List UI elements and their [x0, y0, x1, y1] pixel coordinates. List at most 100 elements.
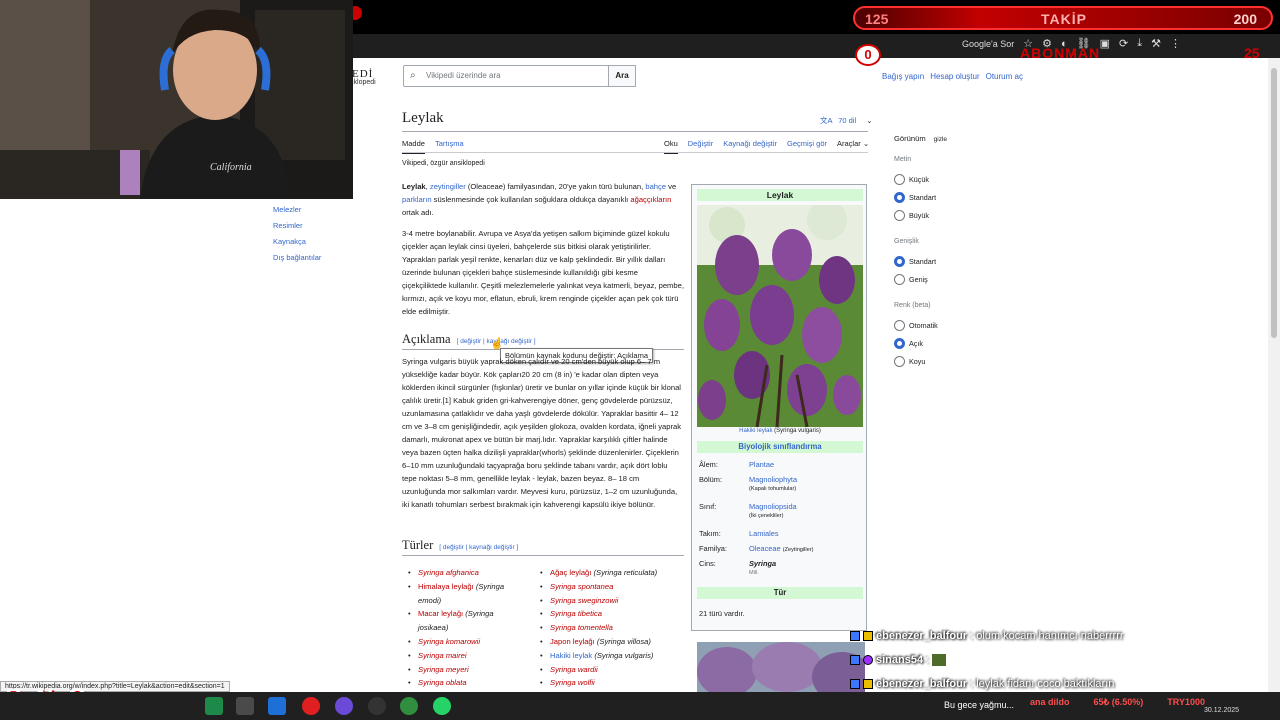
radio-label: Büyük: [909, 211, 929, 220]
radio-icon[interactable]: [894, 174, 905, 185]
moderator-badge-icon: [850, 655, 860, 665]
history-icon[interactable]: ⟳: [1119, 37, 1128, 50]
donate-link[interactable]: Bağış yapın: [882, 72, 924, 81]
aciklama-paragraph: Syringa vulgaris büyük yaprak döken çalı…: [402, 357, 682, 509]
emote-icon: [932, 654, 947, 666]
species-link[interactable]: Syringa wolfii: [550, 678, 595, 687]
species-link[interactable]: Syringa afghanica: [418, 568, 479, 577]
follow-count: 125: [865, 11, 889, 27]
tools-icon[interactable]: ⚒: [1151, 37, 1161, 50]
species-item: Syringa afghanica: [408, 566, 513, 580]
width-option[interactable]: Geniş: [894, 274, 928, 285]
toc-item-melezler[interactable]: Melezler: [273, 205, 321, 221]
weather-widget[interactable]: Bu gece yağmu...: [944, 700, 1014, 710]
species-link[interactable]: Hakiki leylak: [550, 651, 592, 660]
species-link[interactable]: Syringa wardii: [550, 665, 598, 674]
link-parklarin[interactable]: parkların: [402, 195, 432, 204]
scrollbar-thumb[interactable]: [1271, 68, 1277, 338]
save-icon[interactable]: ▣: [1100, 37, 1110, 50]
species-scientific-name: (Syringa villosa): [594, 636, 651, 646]
svg-text:California: California: [210, 162, 252, 173]
species-link[interactable]: Himalaya leylağı: [418, 582, 474, 591]
site-tagline: Vikipedi, özgür ansiklopedi: [402, 160, 485, 167]
taxonomy-heading[interactable]: Biyolojik sınıflandırma: [697, 441, 863, 453]
moderator-badge-icon: [850, 631, 860, 641]
section-edit-links[interactable]: [ değiştir | kaynağı değiştir ]: [439, 544, 518, 551]
taxon-link[interactable]: Plantae: [749, 460, 774, 469]
create-account-link[interactable]: Hesap oluştur: [930, 72, 979, 81]
second-lilac-photo[interactable]: [697, 642, 865, 692]
chat-username: ebenezer_balfour: [876, 630, 968, 642]
chat-text: : olum kocam hanımcı naberrrrr: [970, 630, 1124, 642]
link-zeytingiller[interactable]: zeytingiller: [430, 182, 466, 191]
taxon-authority[interactable]: Mill.: [749, 570, 759, 576]
radio-icon[interactable]: [894, 356, 905, 367]
section-title: Türler: [402, 538, 434, 552]
link-bahce[interactable]: bahçe: [645, 182, 666, 191]
article-subject: Leylak: [402, 182, 426, 191]
translate-icon: 文A: [820, 116, 833, 125]
taxon-link[interactable]: Magnoliopsida: [749, 502, 797, 511]
radio-icon[interactable]: [894, 320, 905, 331]
color-scheme-option[interactable]: Açık: [894, 338, 923, 349]
species-link[interactable]: Syringa mairei: [418, 651, 467, 660]
google-ask-button[interactable]: Google'a Sor: [962, 39, 1014, 49]
species-link[interactable]: Syringa tibetica: [550, 609, 602, 618]
login-link[interactable]: Oturum aç: [986, 72, 1023, 81]
text-size-option[interactable]: Standart: [894, 192, 936, 203]
intro-paragraph: Leylak, zeytingiller (Oleaceae) familyas…: [402, 180, 684, 219]
species-link[interactable]: Syringa meyeri: [418, 665, 469, 674]
species-link[interactable]: Macar leylağı: [418, 609, 463, 618]
species-link[interactable]: Syringa sweginzowii: [550, 596, 618, 605]
chat-text: : leylak fidanı coco baktıkların: [970, 678, 1115, 690]
windows-taskbar: Bu gece yağmu... ana dildo 65₺ (6.50%) T…: [0, 692, 1280, 720]
radio-icon[interactable]: [894, 210, 905, 221]
species-link[interactable]: Syringa tomentella: [550, 623, 613, 632]
taskbar-date[interactable]: 30.12.2025: [1204, 707, 1239, 714]
width-option[interactable]: Standart: [894, 256, 936, 267]
description-paragraph: 3-4 metre boylanabilir. Avrupa ve Asya'd…: [402, 229, 684, 316]
sub-count: 0: [855, 44, 881, 66]
vscode-icon[interactable]: [268, 697, 286, 715]
toc-item-kaynakca[interactable]: Kaynakça: [273, 237, 321, 253]
taxon-link[interactable]: Lamiales: [749, 529, 779, 538]
text-size-option[interactable]: Küçük: [894, 174, 929, 185]
menu-icon[interactable]: ⋮: [1170, 37, 1181, 50]
species-link[interactable]: Japon leylağı: [550, 637, 595, 646]
discord-icon[interactable]: [335, 697, 353, 715]
toc-item-dis-baglantilar[interactable]: Dış bağlantılar: [273, 253, 321, 269]
redlink-agaccik[interactable]: ağaççıkların: [630, 195, 671, 204]
store-icon[interactable]: [236, 697, 254, 715]
whatsapp-icon[interactable]: [433, 697, 451, 715]
species-link[interactable]: Syringa komarowii: [418, 637, 480, 646]
species-link[interactable]: Syringa spontanea: [550, 582, 613, 591]
language-button[interactable]: 文A 70 dil ⌄: [820, 115, 873, 126]
spotify-icon[interactable]: [205, 697, 223, 715]
ticker-item: ana dildo: [1030, 697, 1070, 707]
radio-icon[interactable]: [894, 274, 905, 285]
color-scheme-option[interactable]: Otomatik: [894, 320, 938, 331]
opera-icon[interactable]: [302, 697, 320, 715]
radio-icon[interactable]: [894, 338, 905, 349]
taxon-link[interactable]: Magnoliophyta: [749, 475, 797, 484]
radio-icon[interactable]: [894, 192, 905, 203]
obs-icon[interactable]: [368, 697, 386, 715]
taxon-link[interactable]: Oleaceae: [749, 544, 781, 553]
lilac-photo[interactable]: [697, 205, 863, 427]
caption-link[interactable]: Hakiki leylak: [739, 428, 772, 434]
appearance-hide-button[interactable]: gizle: [934, 136, 947, 143]
toc-item-resimler[interactable]: Resimler: [273, 221, 321, 237]
download-icon[interactable]: ⤓: [1137, 37, 1142, 50]
species-item: Syringa sweginzowii: [540, 594, 670, 608]
radio-icon[interactable]: [894, 256, 905, 267]
taxon-value: Oleaceae (Zeytingiller): [749, 544, 813, 553]
species-item: Syringa wolfii: [540, 676, 670, 690]
search-button[interactable]: Ara: [608, 65, 636, 87]
search-input[interactable]: ⌕ Vikipedi üzerinde ara: [403, 65, 609, 87]
species-link[interactable]: Syringa oblata: [418, 678, 467, 687]
color-scheme-option[interactable]: Koyu: [894, 356, 925, 367]
page-scrollbar[interactable]: [1268, 58, 1280, 692]
chrome-icon[interactable]: [400, 697, 418, 715]
text-size-option[interactable]: Büyük: [894, 210, 929, 221]
species-link[interactable]: Ağaç leylağı: [550, 568, 591, 577]
